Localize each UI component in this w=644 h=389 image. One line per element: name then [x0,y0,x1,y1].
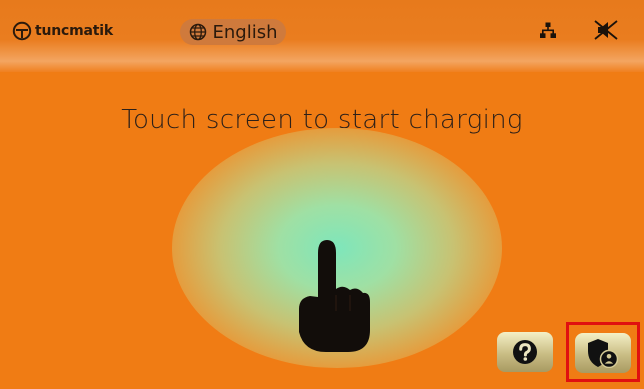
tuncmatik-logo-icon [12,21,32,41]
language-selector[interactable]: English [180,19,286,45]
help-button[interactable] [497,332,553,372]
pointing-hand-icon [299,240,370,352]
logo-text: tuncmatik [35,23,113,39]
sound-muted-icon[interactable] [594,20,618,40]
language-label: English [212,21,278,43]
question-icon [513,340,537,364]
globe-icon [189,23,206,41]
network-icon [540,22,556,38]
charging-screen[interactable]: tuncmatik English Touch screen to start … [0,0,644,389]
brand-logo: tuncmatik [12,20,113,42]
privacy-button-highlight [566,322,640,382]
